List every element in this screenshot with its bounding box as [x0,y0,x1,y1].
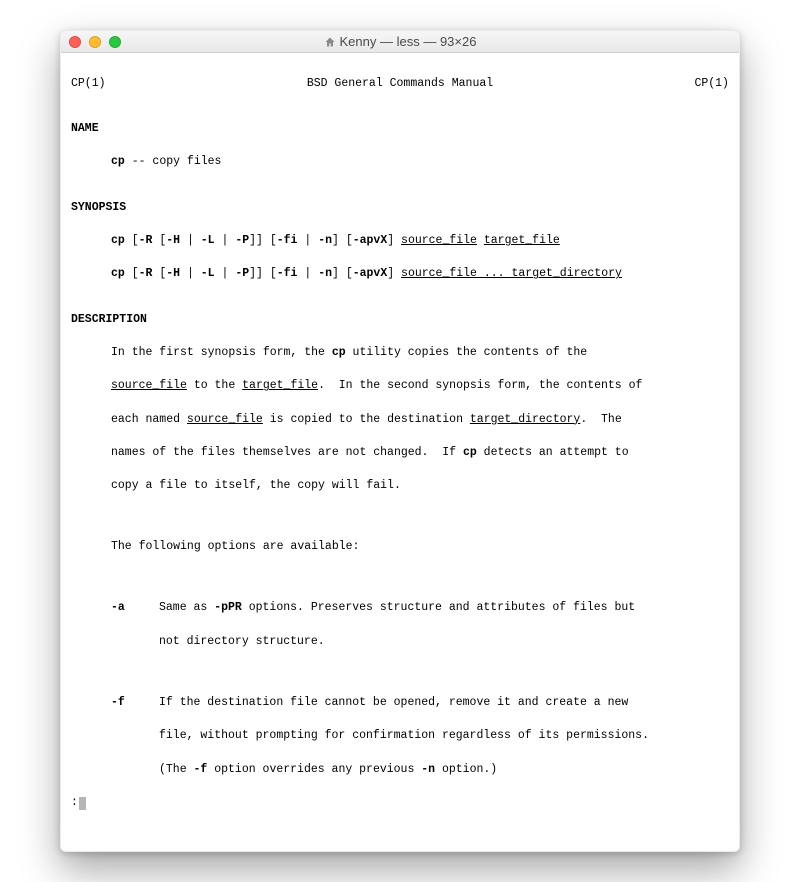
desc-line: In the first synopsis form, the cp utili… [71,345,729,362]
man-header-left: CP(1) [71,76,288,93]
cursor-icon [79,797,86,810]
prompt-colon: : [71,795,78,812]
man-header-center: BSD General Commands Manual [288,76,512,93]
titlebar[interactable]: Kenny — less — 93×26 [61,31,739,53]
window-title-text: Kenny — less — 93×26 [340,34,477,49]
man-header: CP(1)BSD General Commands ManualCP(1) [71,76,729,93]
synopsis-line-2: cp [-R [-H | -L | -P]] [-fi | -n] [-apvX… [71,266,729,283]
desc-line: copy a file to itself, the copy will fai… [71,478,729,495]
desc-line: each named source_file is copied to the … [71,412,729,429]
option-f: -fIf the destination file cannot be open… [71,695,729,712]
zoom-icon[interactable] [109,36,121,48]
desc-line: names of the files themselves are not ch… [71,445,729,462]
name-line: cp -- copy files [71,154,729,171]
option-f-cont: file, without prompting for confirmation… [71,728,729,745]
man-header-right: CP(1) [512,76,729,93]
minimize-icon[interactable] [89,36,101,48]
window-title: Kenny — less — 93×26 [61,34,739,49]
option-f-cont: (The -f option overrides any previous -n… [71,762,729,779]
section-synopsis: SYNOPSIS [71,200,729,217]
close-icon[interactable] [69,36,81,48]
terminal-window: Kenny — less — 93×26 CP(1)BSD General Co… [60,30,740,852]
desc-line: source_file to the target_file. In the s… [71,378,729,395]
home-icon [324,36,336,48]
section-name: NAME [71,121,729,138]
desc-options-intro: The following options are available: [71,539,729,556]
option-a-cont: not directory structure. [71,634,729,651]
option-a: -aSame as -pPR options. Preserves struct… [71,600,729,617]
synopsis-line-1: cp [-R [-H | -L | -P]] [-fi | -n] [-apvX… [71,233,729,250]
less-prompt[interactable]: : [71,795,729,812]
section-description: DESCRIPTION [71,312,729,329]
window-controls [69,36,121,48]
terminal-content[interactable]: CP(1)BSD General Commands ManualCP(1) NA… [61,53,739,851]
